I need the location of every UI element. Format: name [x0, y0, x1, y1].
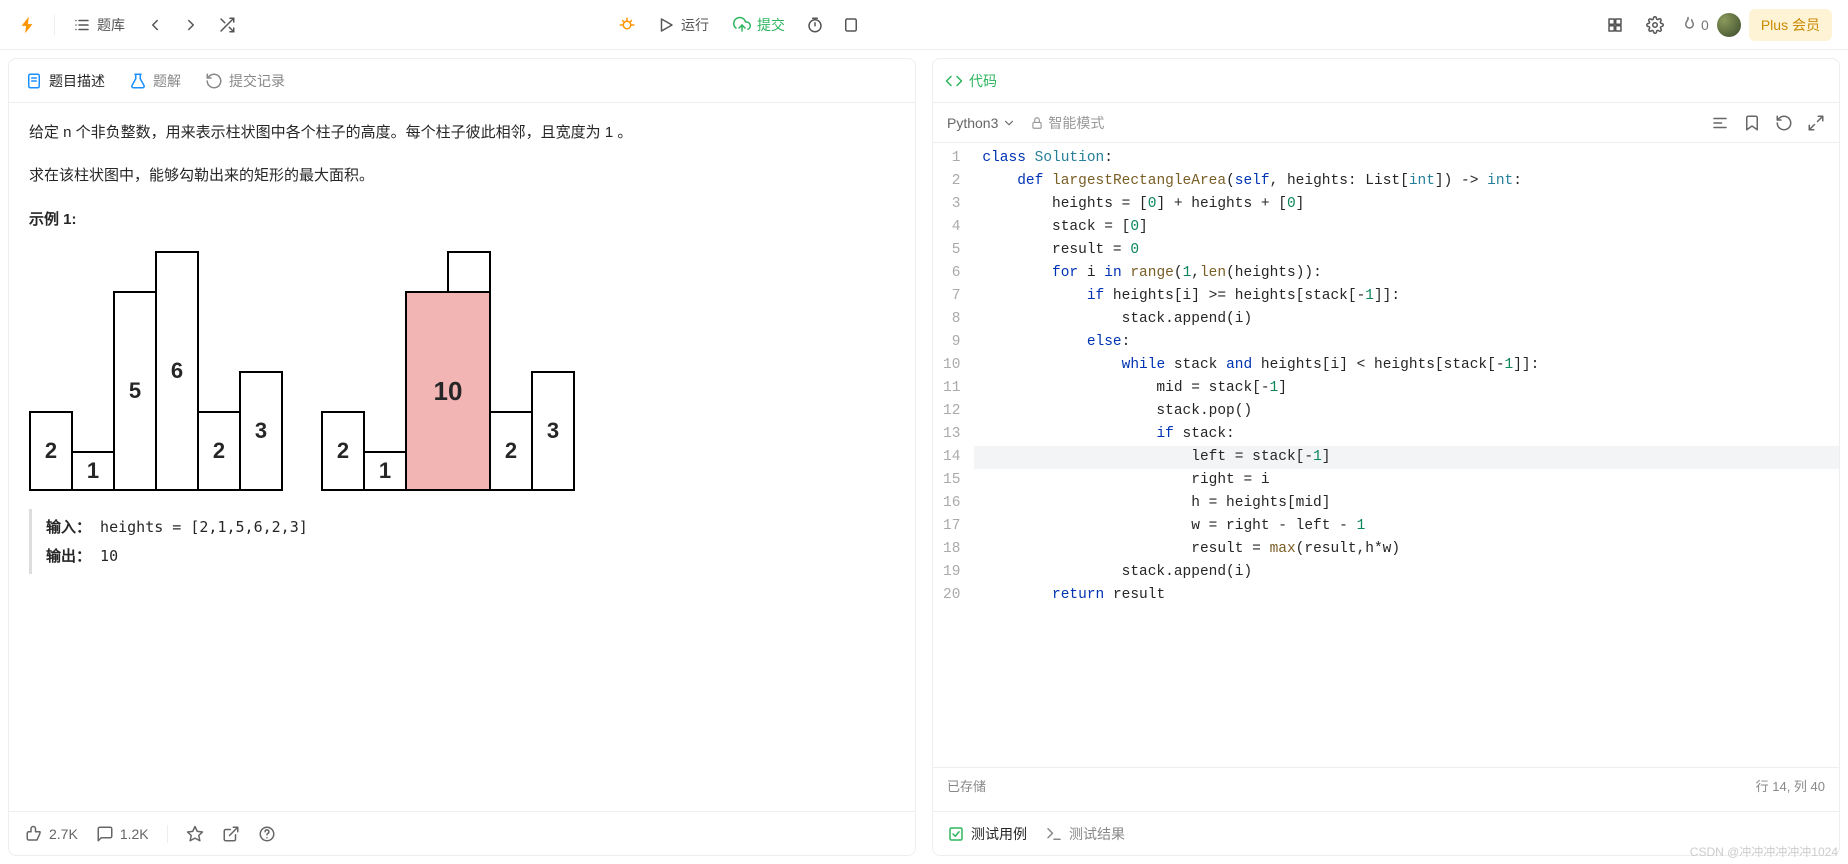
library-button[interactable]: 题库: [63, 9, 135, 41]
terminal-icon: [1045, 825, 1063, 843]
debug-button[interactable]: [611, 9, 643, 41]
favorite-button[interactable]: [186, 825, 204, 843]
bar: 5: [113, 291, 157, 491]
help-button[interactable]: [258, 825, 276, 843]
bar: 2: [29, 411, 73, 491]
problem-body: 给定 n 个非负整数，用来表示柱状图中各个柱子的高度。每个柱子彼此相邻，且宽度为…: [9, 103, 915, 811]
bar: 1: [71, 451, 115, 491]
upload-cloud-icon: [733, 16, 751, 34]
problem-panel: 题目描述 题解 提交记录 给定 n 个非负整数，用来表示柱状图中各个柱子的高度。…: [8, 58, 916, 856]
flame-icon: [1679, 16, 1697, 34]
star-icon: [186, 825, 204, 843]
history-icon: [205, 72, 223, 90]
chevron-left-icon: [146, 16, 164, 34]
output-label: 输出：: [46, 547, 91, 565]
bookmark-icon[interactable]: [1743, 114, 1761, 132]
external-link-icon: [222, 825, 240, 843]
problem-footer: 2.7K 1.2K: [9, 811, 915, 855]
input-label: 输入：: [46, 518, 91, 536]
flask-icon: [129, 72, 147, 90]
watermark: CSDN @冲冲冲冲冲冲1024: [1690, 843, 1838, 860]
shuffle-button[interactable]: [211, 9, 243, 41]
help-icon: [258, 825, 276, 843]
grid-icon: [1606, 16, 1624, 34]
save-status: 已存储: [947, 776, 986, 795]
comment-button[interactable]: 1.2K: [96, 825, 149, 843]
bar: 2: [197, 411, 241, 491]
streak-counter[interactable]: 0: [1679, 16, 1709, 34]
plus-button[interactable]: Plus 会员: [1749, 9, 1832, 41]
code-footer: 已存储 行 14, 列 40: [933, 767, 1839, 803]
problem-p2: 求在该柱状图中，能够勾勒出来的矩形的最大面积。: [29, 162, 895, 191]
bar: 6: [155, 251, 199, 491]
run-button[interactable]: 运行: [647, 9, 719, 41]
tab-solution[interactable]: 题解: [125, 65, 185, 97]
lock-icon: [1030, 116, 1044, 130]
run-label: 运行: [681, 15, 709, 35]
code-editor[interactable]: 1234567891011121314151617181920 class So…: [933, 143, 1839, 767]
thumbs-up-icon: [25, 825, 43, 843]
list-icon: [73, 16, 91, 34]
input-value: heights = [2,1,5,6,2,3]: [100, 518, 308, 536]
comment-icon: [96, 825, 114, 843]
code-icon: [945, 72, 963, 90]
format-icon[interactable]: [1711, 114, 1729, 132]
clock-icon: [806, 16, 824, 34]
logo-icon[interactable]: [16, 14, 38, 36]
problem-p1: 给定 n 个非负整数，用来表示柱状图中各个柱子的高度。每个柱子彼此相邻，且宽度为…: [29, 119, 895, 148]
submit-label: 提交: [757, 15, 785, 35]
reset-icon[interactable]: [1775, 114, 1793, 132]
smart-mode-toggle[interactable]: 智能模式: [1030, 113, 1104, 133]
prev-button[interactable]: [139, 9, 171, 41]
bar: 2: [489, 411, 533, 491]
fullscreen-icon[interactable]: [1807, 114, 1825, 132]
language-selector[interactable]: Python3: [947, 115, 1016, 131]
bar: 3: [531, 371, 575, 491]
notes-button[interactable]: [835, 9, 867, 41]
like-button[interactable]: 2.7K: [25, 825, 78, 843]
code-lines[interactable]: class Solution: def largestRectangleArea…: [974, 143, 1839, 767]
bar: 3: [239, 371, 283, 491]
share-button[interactable]: [222, 825, 240, 843]
check-square-icon: [947, 825, 965, 843]
tab-testcases[interactable]: 测试用例: [947, 824, 1027, 844]
tab-description[interactable]: 题目描述: [21, 65, 109, 97]
chevron-down-icon: [1002, 116, 1016, 130]
example-figure: 215623 212310: [29, 241, 895, 491]
problem-tabs: 题目描述 题解 提交记录: [9, 59, 915, 103]
play-icon: [657, 16, 675, 34]
chevron-right-icon: [182, 16, 200, 34]
gear-icon: [1646, 16, 1664, 34]
next-button[interactable]: [175, 9, 207, 41]
example-title: 示例 1:: [29, 208, 895, 229]
code-toolbar: Python3 智能模式: [933, 103, 1839, 143]
bar: 1: [363, 451, 407, 491]
histogram-2: 212310: [321, 241, 573, 491]
example-io: 输入： heights = [2,1,5,6,2,3] 输出： 10: [29, 509, 895, 574]
library-label: 题库: [97, 15, 125, 35]
shuffle-icon: [218, 16, 236, 34]
note-icon: [842, 16, 860, 34]
line-gutter: 1234567891011121314151617181920: [933, 143, 974, 767]
layout-button[interactable]: [1599, 9, 1631, 41]
histogram-1: 215623: [29, 241, 281, 491]
timer-button[interactable]: [799, 9, 831, 41]
streak-value: 0: [1701, 17, 1709, 33]
settings-button[interactable]: [1639, 9, 1671, 41]
tab-testresults[interactable]: 测试结果: [1045, 824, 1125, 844]
file-icon: [25, 72, 43, 90]
code-title[interactable]: 代码: [945, 71, 997, 91]
code-panel: 代码 Python3 智能模式 123456789101112131415161…: [932, 58, 1840, 856]
bar: 2: [321, 411, 365, 491]
bug-icon: [618, 16, 636, 34]
output-value: 10: [100, 547, 118, 565]
tab-submissions[interactable]: 提交记录: [201, 65, 289, 97]
cursor-position: 行 14, 列 40: [1756, 776, 1825, 795]
avatar[interactable]: [1717, 13, 1741, 37]
submit-button[interactable]: 提交: [723, 9, 795, 41]
highlight-rect: 10: [405, 291, 491, 491]
code-header: 代码: [933, 59, 1839, 103]
topbar: 题库 运行 提交 0 Plus 会员: [0, 0, 1848, 50]
